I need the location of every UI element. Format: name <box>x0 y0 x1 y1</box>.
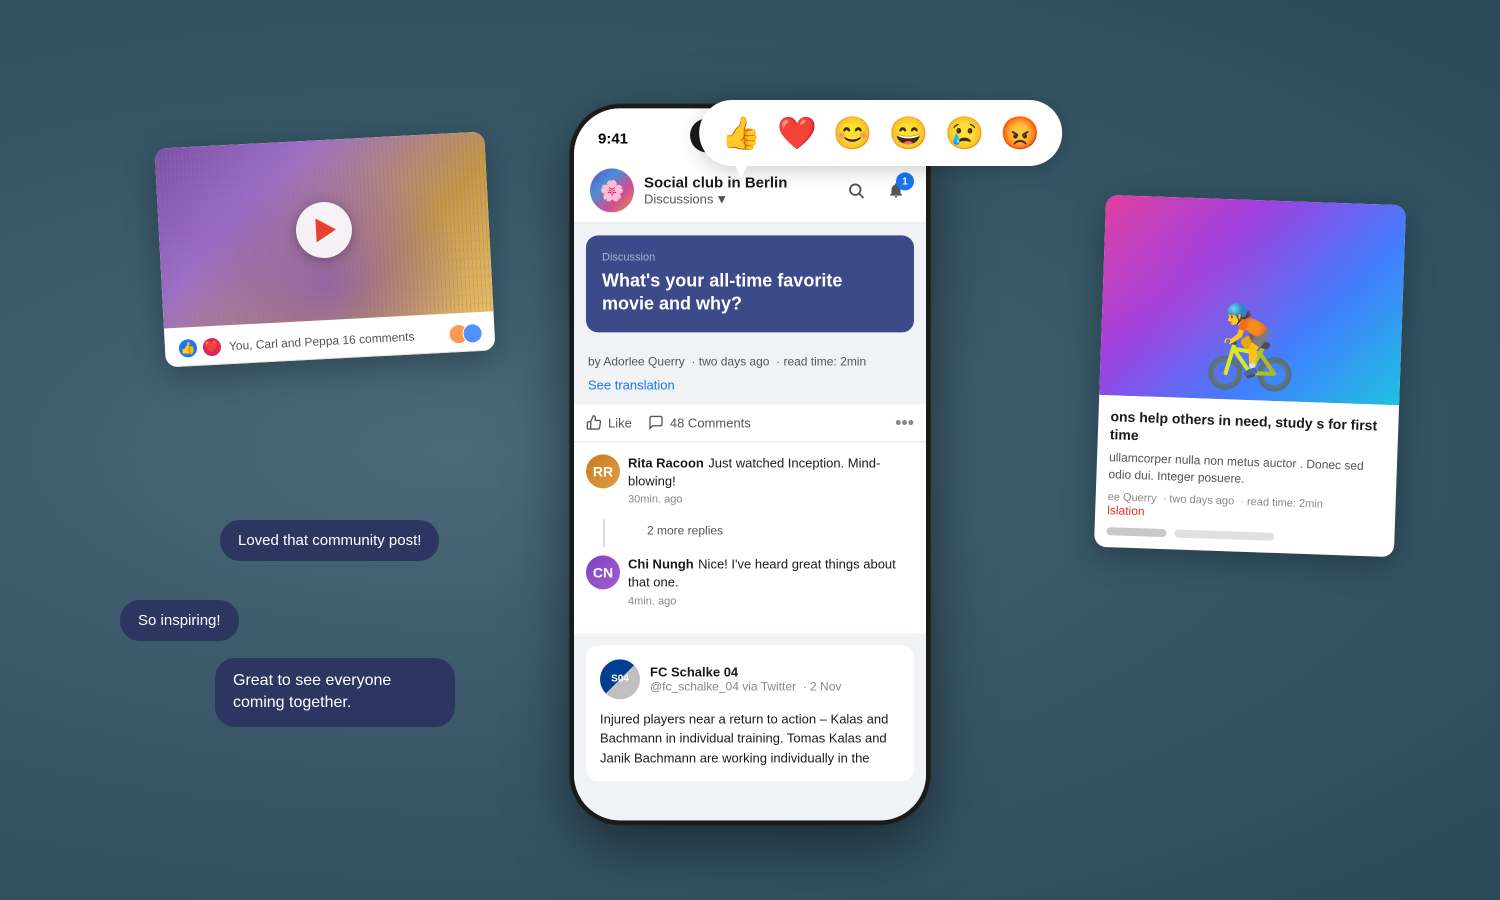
comment-time-chi: 4min. ago <box>628 595 914 607</box>
angry-icon[interactable]: 😡 <box>1000 114 1040 152</box>
phone-screen: 9:41 ∿ <box>574 108 926 820</box>
comments-button[interactable]: 48 Comments <box>648 415 879 431</box>
tweet-card: S04 FC Schalke 04 @fc_schalke_04 via Twi… <box>586 645 914 782</box>
comment-chi: CN Chi Nungh Nice! I've heard great thin… <box>586 556 914 607</box>
group-avatar: 🌸 <box>590 168 634 212</box>
see-translation-link[interactable]: See translation <box>588 377 675 392</box>
post-image <box>154 132 493 329</box>
tweet-account-name: FC Schalke 04 <box>650 664 841 679</box>
comment-body-chi: Chi Nungh Nice! I've heard great things … <box>628 556 914 607</box>
avatar-2 <box>462 323 483 344</box>
right-card-content: ons help others in need, study s for fir… <box>1094 395 1399 557</box>
notification-badge: 1 <box>896 172 914 190</box>
see-translation-wrapper: See translation <box>574 372 926 404</box>
tweet-text: Injured players near a return to action … <box>600 709 900 768</box>
comment-time-rita: 30min. ago <box>628 494 914 506</box>
tweet-handle: @fc_schalke_04 via Twitter · 2 Nov <box>650 679 841 693</box>
more-replies[interactable]: 2 more replies <box>603 520 914 548</box>
phone-device: 9:41 ∿ <box>570 104 930 824</box>
reaction-bubble[interactable]: 👍 ❤️ 😊 😄 😢 😡 <box>699 100 1062 166</box>
phone-content[interactable]: Discussion What's your all-time favorite… <box>574 223 926 820</box>
group-info: Social club in Berlin Discussions ▼ <box>644 174 832 206</box>
like-reaction: 👍 <box>176 337 199 360</box>
sad-icon[interactable]: 😢 <box>945 114 985 152</box>
post-actions: Like 48 Comments ••• <box>574 404 926 442</box>
right-card-desc: ullamcorper nulla non metus auctor . Don… <box>1108 450 1385 493</box>
group-section[interactable]: Discussions ▼ <box>644 191 832 206</box>
discussion-meta: by Adorlee Querry · two days ago · read … <box>574 344 926 372</box>
grin-icon[interactable]: 😄 <box>889 114 929 152</box>
right-card: 🚴 ons help others in need, study s for f… <box>1094 195 1406 557</box>
tweet-header: S04 FC Schalke 04 @fc_schalke_04 via Twi… <box>600 659 900 699</box>
discussion-card: Discussion What's your all-time favorite… <box>586 235 914 332</box>
bar-1 <box>1106 527 1166 537</box>
phone-shell: 9:41 ∿ <box>570 104 930 824</box>
right-card-image: 🚴 <box>1099 195 1406 405</box>
smile-icon[interactable]: 😊 <box>833 114 873 152</box>
search-button[interactable] <box>842 176 870 204</box>
thumbs-up-icon[interactable]: 👍 <box>721 114 761 152</box>
reaction-text: You, Carl and Peppa 16 comments <box>229 329 415 353</box>
schalke-logo: S04 <box>600 659 640 699</box>
discussion-title: What's your all-time favorite movie and … <box>602 269 898 316</box>
heart-icon[interactable]: ❤️ <box>777 114 817 152</box>
heart-reaction: ❤️ <box>200 335 223 358</box>
avatar-rita: RR <box>586 454 620 488</box>
status-time: 9:41 <box>598 130 628 147</box>
right-card-title: ons help others in need, study s for fir… <box>1110 407 1387 453</box>
like-button[interactable]: Like <box>586 415 632 431</box>
chat-bubble-community: Loved that community post! <box>220 520 439 561</box>
facebook-card: 👍 ❤️ You, Carl and Peppa 16 comments <box>154 132 495 368</box>
app-header: 🌸 Social club in Berlin Discussions ▼ <box>574 158 926 223</box>
discussion-label: Discussion <box>602 251 898 263</box>
scene: 👍 ❤️ 😊 😄 😢 😡 👍 ❤️ You, Carl and Peppa 16… <box>0 0 1500 900</box>
bar-2 <box>1174 529 1274 540</box>
chat-bubble-inspiring: So inspiring! <box>120 600 239 641</box>
reaction-icons: 👍 ❤️ <box>176 335 223 359</box>
comment-body-rita: Rita Racoon Just watched Inception. Mind… <box>628 454 914 505</box>
avatar-chi: CN <box>586 556 620 590</box>
notification-button[interactable]: 1 <box>882 176 910 204</box>
commenter-name-chi: Chi Nungh <box>628 557 694 572</box>
comment-rita: RR Rita Racoon Just watched Inception. M… <box>586 454 914 505</box>
group-name: Social club in Berlin <box>644 174 832 191</box>
play-icon <box>315 217 336 242</box>
header-actions: 1 <box>842 176 910 204</box>
more-options-button[interactable]: ••• <box>895 412 914 433</box>
comment-avatars <box>448 323 483 345</box>
chat-bubble-together: Great to see everyone coming together. <box>215 658 455 727</box>
commenter-name-rita: Rita Racoon <box>628 455 704 470</box>
play-button[interactable] <box>295 201 354 260</box>
comments-section: RR Rita Racoon Just watched Inception. M… <box>574 442 926 633</box>
tweet-account-info: FC Schalke 04 @fc_schalke_04 via Twitter… <box>650 664 841 693</box>
right-card-bars <box>1106 527 1382 545</box>
cyclist-icon: 🚴 <box>1200 299 1303 396</box>
